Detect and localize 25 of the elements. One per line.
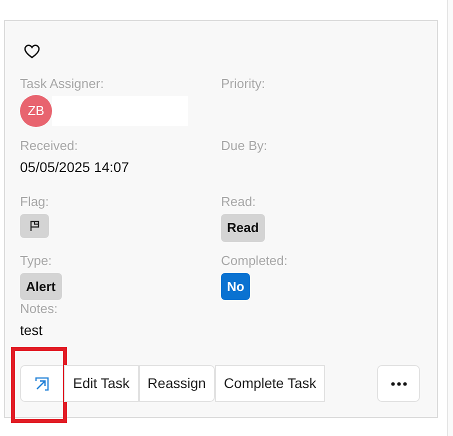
action-button[interactable]: Edit Task xyxy=(64,365,139,402)
notes-value: test xyxy=(20,321,43,340)
more-button[interactable] xyxy=(377,365,420,402)
action-button[interactable]: Reassign xyxy=(138,365,215,402)
status-tag: Read xyxy=(221,214,265,242)
open-button[interactable] xyxy=(20,365,64,402)
status-tag: Alert xyxy=(20,272,62,300)
field-label: Notes: xyxy=(20,300,59,318)
field-label: Completed: xyxy=(221,252,288,270)
field-label: Read: xyxy=(221,193,257,211)
avatar: ZB xyxy=(20,95,52,127)
status-tag: No xyxy=(221,272,250,300)
more-icon xyxy=(390,382,406,386)
field-label: Priority: xyxy=(221,75,266,93)
field-label: Flag: xyxy=(20,193,50,211)
flag-icon xyxy=(28,220,40,232)
arrow-icon xyxy=(35,377,49,392)
field-label: Received: xyxy=(20,137,79,155)
field-value: 05/05/2025 14:07 xyxy=(20,158,129,177)
flag-button[interactable] xyxy=(20,214,49,238)
action-button[interactable]: Complete Task xyxy=(214,365,326,402)
heart-icon[interactable] xyxy=(24,44,40,59)
field-label: Task Assigner: xyxy=(20,75,105,93)
field-label: Type: xyxy=(20,252,53,270)
field-label: Due By: xyxy=(221,137,268,155)
